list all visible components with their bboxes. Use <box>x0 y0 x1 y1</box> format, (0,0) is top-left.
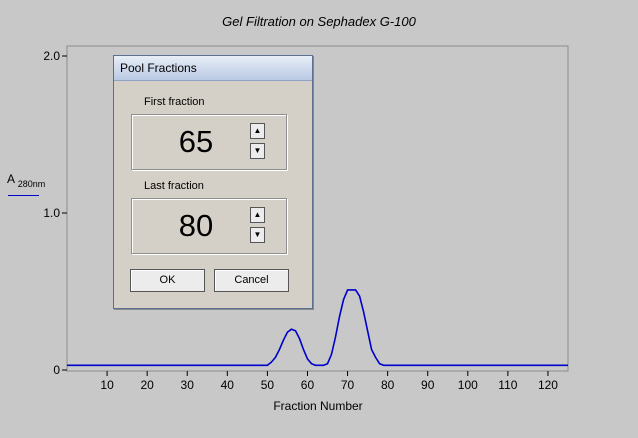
x-tick-label: 70 <box>341 378 355 392</box>
dialog-title: Pool Fractions <box>114 56 312 81</box>
x-axis-label: Fraction Number <box>273 399 363 413</box>
x-tick-label: 80 <box>381 378 395 392</box>
first-fraction-down-button[interactable]: ▼ <box>250 143 265 159</box>
pool-fractions-dialog: Pool Fractions First fraction 65 ▲ ▼ Las… <box>113 55 313 309</box>
x-tick-label: 50 <box>261 378 275 392</box>
y-axis-label: A 280nm <box>7 172 46 189</box>
first-fraction-box: 65 ▲ ▼ <box>131 114 287 170</box>
x-tick-label: 20 <box>140 378 154 392</box>
x-tick-label: 40 <box>221 378 235 392</box>
x-tick-label: 110 <box>498 378 517 392</box>
last-fraction-label: Last fraction <box>144 180 204 192</box>
first-fraction-up-button[interactable]: ▲ <box>250 123 265 139</box>
y-tick-label: 2.0 <box>43 49 60 63</box>
cancel-button[interactable]: Cancel <box>214 269 289 292</box>
y-axis-label-sub: 280nm <box>17 179 46 189</box>
x-tick-label: 10 <box>100 378 114 392</box>
last-fraction-up-button[interactable]: ▲ <box>250 207 265 223</box>
first-fraction-label: First fraction <box>144 96 205 108</box>
y-axis-label-main: A <box>7 172 15 186</box>
chart-plot: 0 1.0 2.0 10 20 30 40 50 60 70 80 90 100 110 120 <box>43 45 569 392</box>
legend-line <box>8 195 39 196</box>
last-fraction-value[interactable]: 80 <box>146 208 246 244</box>
x-tick-label: 30 <box>181 378 195 392</box>
last-fraction-down-button[interactable]: ▼ <box>250 227 265 243</box>
ok-button[interactable]: OK <box>130 269 205 292</box>
x-tick-label: 100 <box>458 378 478 392</box>
x-tick-label: 60 <box>301 378 315 392</box>
last-fraction-box: 80 ▲ ▼ <box>131 198 287 254</box>
x-tick-label: 90 <box>421 378 435 392</box>
y-tick-label: 1.0 <box>43 206 60 220</box>
first-fraction-value[interactable]: 65 <box>146 124 246 160</box>
x-tick-label: 120 <box>538 378 558 392</box>
y-tick-label: 0 <box>53 363 60 377</box>
